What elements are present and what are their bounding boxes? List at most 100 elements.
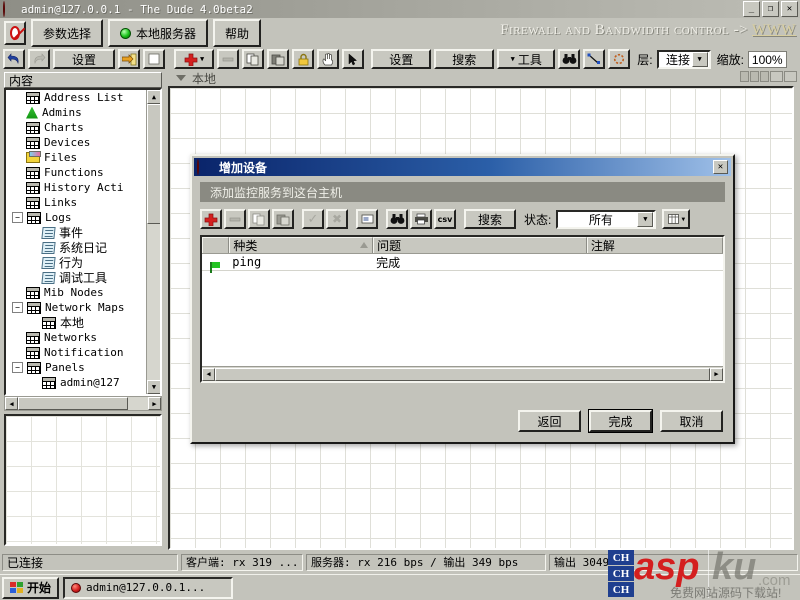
circle-layout-button[interactable] <box>608 49 631 69</box>
sidebar-item-11[interactable]: 行为 <box>6 255 150 270</box>
hscroll-thumb[interactable] <box>18 397 128 410</box>
redo-button[interactable] <box>28 49 50 69</box>
scroll-left-arrow-icon[interactable]: ◀ <box>202 367 215 381</box>
sidebar-item-4[interactable]: Files <box>6 150 150 165</box>
dialog-disable-button[interactable]: ✖ <box>326 209 348 229</box>
scroll-right-arrow-icon[interactable]: ▶ <box>710 367 723 381</box>
chevron-down-icon[interactable]: ▼ <box>691 51 708 67</box>
export-button[interactable] <box>118 49 140 69</box>
find-button[interactable] <box>558 49 581 69</box>
sidebar-tree[interactable]: Address List Admins Charts Devices Files Func… <box>4 88 162 396</box>
dialog-back-button[interactable]: 返回 <box>518 410 581 432</box>
sidebar-item-12[interactable]: 调试工具 <box>6 270 150 285</box>
map-settings-button[interactable]: 设置 <box>53 49 115 69</box>
collapse-triangle-icon[interactable] <box>176 75 186 81</box>
dialog-remove-button[interactable] <box>224 209 246 229</box>
dialog-ball-icon <box>197 159 211 175</box>
toolbar-search-button[interactable]: 搜索 <box>434 49 495 69</box>
pointer-button[interactable] <box>342 49 365 69</box>
dialog-close-button[interactable]: ✕ <box>713 160 728 174</box>
table-column-header-2[interactable]: 注解 <box>586 237 723 253</box>
dialog-status-select[interactable]: 所有 ▼ <box>556 209 657 229</box>
sidebar-item-18[interactable]: − Panels <box>6 360 150 375</box>
mdi-restore-button[interactable] <box>740 71 749 82</box>
disconnect-button[interactable] <box>4 21 26 45</box>
scroll-thumb[interactable] <box>147 104 160 224</box>
dialog-columns-button[interactable]: ▼ <box>662 209 691 229</box>
sidebar-item-7[interactable]: Links <box>6 195 150 210</box>
sidebar-item-2[interactable]: Charts <box>6 120 150 135</box>
scroll-right-arrow-icon[interactable]: ▶ <box>148 397 161 410</box>
table-hscroll-thumb[interactable] <box>215 367 710 381</box>
sidebar-item-0[interactable]: Address List <box>6 90 150 105</box>
sidebar-item-17[interactable]: Notification <box>6 345 150 360</box>
export-icon <box>121 53 136 65</box>
dialog-find-button[interactable] <box>386 209 408 229</box>
close-button[interactable]: ✕ <box>781 1 798 17</box>
taskbar-item-dude[interactable]: admin@127.0.0.1... <box>63 576 234 599</box>
sidebar-item-16[interactable]: Networks <box>6 330 150 345</box>
start-button[interactable]: 开始 <box>2 576 60 599</box>
minimize-button[interactable]: _ <box>743 1 760 17</box>
toolbar-misc-button[interactable] <box>143 49 165 69</box>
mdi-maximize-button[interactable] <box>784 71 797 82</box>
hand-button[interactable] <box>317 49 340 69</box>
lock-button[interactable] <box>292 49 315 69</box>
sidebar-item-15[interactable]: 本地 <box>6 315 150 330</box>
copy-button[interactable] <box>242 49 265 69</box>
dialog-finish-button[interactable]: 完成 <box>588 409 653 433</box>
dialog-csv-button[interactable]: csv <box>434 209 456 229</box>
sidebar-item-10[interactable]: 系统日记 <box>6 240 150 255</box>
sidebar-item-13[interactable]: Mib Nodes <box>6 285 150 300</box>
mdi-cascade-button[interactable] <box>760 71 769 82</box>
toolbar-settings-button[interactable]: 设置 <box>371 49 432 69</box>
sidebar-item-5[interactable]: Functions <box>6 165 150 180</box>
sidebar-horizontal-scrollbar[interactable]: ◀ ▶ <box>4 396 162 411</box>
table-row[interactable]: ping 完成 <box>202 254 723 273</box>
dialog-search-button[interactable]: 搜索 <box>464 209 517 229</box>
map-tab-label[interactable]: 本地 <box>192 70 216 87</box>
brand-www-link[interactable]: WWW <box>752 22 796 38</box>
remove-item-button[interactable] <box>217 49 240 69</box>
sidebar-item-8[interactable]: − Logs <box>6 210 150 225</box>
scroll-up-arrow-icon[interactable]: ▲ <box>147 90 160 104</box>
sidebar-item-9[interactable]: 事件 <box>6 225 150 240</box>
tree-expander-icon[interactable]: − <box>12 302 23 313</box>
sidebar-item-19[interactable]: admin@127 <box>6 375 150 390</box>
dialog-print-button[interactable] <box>410 209 432 229</box>
zoom-input[interactable]: 100% <box>747 50 787 68</box>
table-column-header-0[interactable]: 种类 <box>229 237 374 253</box>
tree-expander-icon[interactable]: − <box>12 212 23 223</box>
undo-button[interactable] <box>3 49 25 69</box>
menu-preferences-button[interactable]: 参数选择 <box>31 19 104 47</box>
dialog-paste-button[interactable] <box>272 209 294 229</box>
dialog-enable-button[interactable]: ✓ <box>302 209 324 229</box>
chevron-down-icon[interactable]: ▼ <box>637 211 654 227</box>
sidebar-item-3[interactable]: Devices <box>6 135 150 150</box>
dialog-comment-button[interactable] <box>356 209 378 229</box>
table-horizontal-scrollbar[interactable]: ◀ ▶ <box>202 366 723 381</box>
layer-select[interactable]: 连接 ▼ <box>656 49 711 69</box>
services-table[interactable]: 种类 问题 注解 ping 完成 ◀ ▶ <box>200 235 725 383</box>
menu-help-button[interactable]: 帮助 <box>213 19 262 47</box>
dialog-cancel-button[interactable]: 取消 <box>660 410 723 432</box>
sidebar-item-1[interactable]: Admins <box>6 105 150 120</box>
sidebar-item-6[interactable]: History Acti <box>6 180 150 195</box>
toolbar-tools-button[interactable]: ▼ 工具 <box>497 49 556 69</box>
table-column-header-1[interactable]: 问题 <box>373 237 587 253</box>
add-item-button[interactable]: ▼ <box>174 49 215 69</box>
paste-button[interactable] <box>267 49 290 69</box>
dialog-subtitle-bar: 添加监控服务到这台主机 <box>200 182 725 202</box>
mdi-minimize-button[interactable] <box>770 71 783 82</box>
sidebar-item-14[interactable]: − Network Maps <box>6 300 150 315</box>
sidebar-vertical-scrollbar[interactable]: ▲ ▼ <box>146 90 160 394</box>
mdi-tile-button[interactable] <box>750 71 759 82</box>
dialog-copy-button[interactable] <box>248 209 270 229</box>
scroll-left-arrow-icon[interactable]: ◀ <box>5 397 18 410</box>
menu-local-server-button[interactable]: 本地服务器 <box>108 19 209 47</box>
scroll-down-arrow-icon[interactable]: ▼ <box>147 380 160 394</box>
maximize-button[interactable]: ❐ <box>762 1 779 17</box>
dialog-add-button[interactable] <box>200 209 222 229</box>
link-layout-button[interactable] <box>583 49 606 69</box>
tree-expander-icon[interactable]: − <box>12 362 23 373</box>
